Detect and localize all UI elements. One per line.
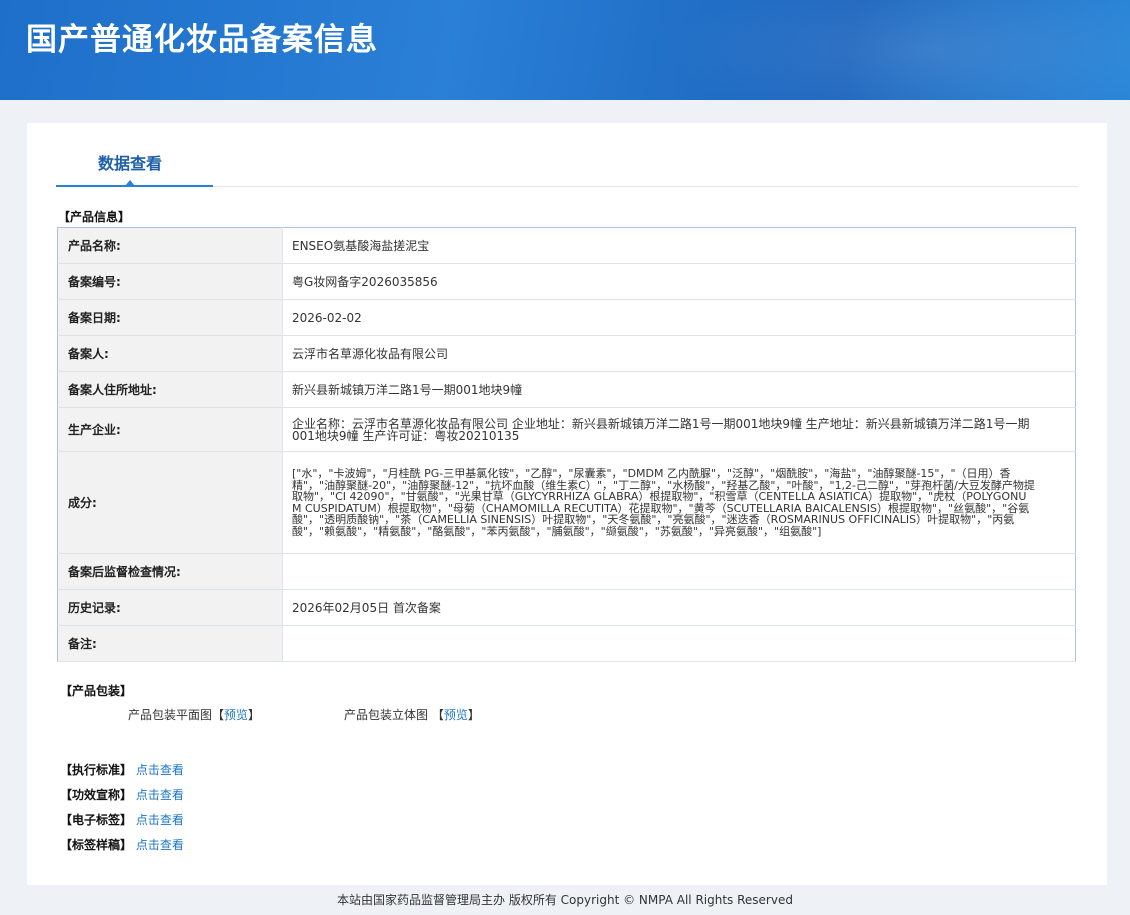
row-key: 生产企业: <box>57 407 283 452</box>
bracket-close: 】 <box>248 708 261 722</box>
row-key: 历史记录: <box>57 589 283 626</box>
efficacy-view-link[interactable]: 点击查看 <box>136 788 184 802</box>
row-value: 云浮市名草源化妆品有限公司 <box>282 335 1076 372</box>
packaging-title: 【产品包装】 <box>60 684 133 698</box>
row-key: 成分: <box>57 451 283 554</box>
label-draft-view-link[interactable]: 点击查看 <box>136 838 184 852</box>
table-row: 备注: <box>57 625 1076 662</box>
row-value <box>282 553 1076 590</box>
bracket-open: 【 <box>212 708 225 722</box>
table-row: 成分: ["水"，"卡波姆"，"月桂酰 PG-三甲基氯化铵"，"乙醇"，"尿囊素… <box>57 451 1076 554</box>
row-value <box>282 625 1076 662</box>
tab-data-view[interactable]: 数据查看 <box>56 123 213 187</box>
bracket-open: 【 <box>431 708 444 722</box>
label-draft-label: 【标签样稿】 <box>60 838 133 852</box>
packaging-flat-label: 产品包装平面图 <box>128 708 213 722</box>
packaging-solid-label: 产品包装立体图 <box>344 708 429 722</box>
efficacy-label: 【功效宣称】 <box>60 788 133 802</box>
row-value: 2026年02月05日 首次备案 <box>282 589 1076 626</box>
table-row: 备案后监督检查情况: <box>57 553 1076 590</box>
efficacy-row: 【功效宣称】 点击查看 <box>60 786 184 803</box>
table-row: 历史记录: 2026年02月05日 首次备案 <box>57 589 1076 626</box>
row-key: 备案编号: <box>57 263 283 300</box>
packaging-solid: 产品包装立体图 【预览】 <box>344 706 480 723</box>
row-key: 产品名称: <box>57 227 283 264</box>
e-label-row: 【电子标签】 点击查看 <box>60 811 184 828</box>
table-row: 生产企业: 企业名称：云浮市名草源化妆品有限公司 企业地址：新兴县新城镇万洋二路… <box>57 407 1076 452</box>
row-key: 备案人住所地址: <box>57 371 283 408</box>
table-row: 产品名称: ENSEO氨基酸海盐搓泥宝 <box>57 227 1076 264</box>
tab-data-view-label: 数据查看 <box>98 154 163 173</box>
row-value: ["水"，"卡波姆"，"月桂酰 PG-三甲基氯化铵"，"乙醇"，"尿囊素"，"D… <box>282 451 1076 554</box>
row-key: 备案日期: <box>57 299 283 336</box>
tab-active-caret-icon <box>125 180 135 186</box>
standard-label: 【执行标准】 <box>60 763 133 777</box>
page-title: 国产普通化妆品备案信息 <box>26 22 378 58</box>
row-value: 粤G妆网备字2026035856 <box>282 263 1076 300</box>
row-value: ENSEO氨基酸海盐搓泥宝 <box>282 227 1076 264</box>
table-row: 备案人: 云浮市名草源化妆品有限公司 <box>57 335 1076 372</box>
row-key: 备案人: <box>57 335 283 372</box>
standard-view-link[interactable]: 点击查看 <box>136 763 184 777</box>
packaging-solid-preview-link[interactable]: 预览 <box>444 708 468 722</box>
packaging-flat-preview-link[interactable]: 预览 <box>224 708 248 722</box>
page-header: 国产普通化妆品备案信息 <box>0 0 1130 100</box>
product-info-title: 【产品信息】 <box>58 210 131 224</box>
row-value: 2026-02-02 <box>282 299 1076 336</box>
row-value: 新兴县新城镇万洋二路1号一期001地块9幢 <box>282 371 1076 408</box>
footer-copyright: 本站由国家药品监督管理局主办 版权所有 Copyright © NMPA All… <box>337 893 793 907</box>
label-draft-row: 【标签样稿】 点击查看 <box>60 836 184 853</box>
tab-bar: 数据查看 <box>56 123 1078 187</box>
product-info-table: 产品名称: ENSEO氨基酸海盐搓泥宝 备案编号: 粤G妆网备字20260358… <box>57 227 1076 662</box>
content-panel: 数据查看 【产品信息】 产品名称: ENSEO氨基酸海盐搓泥宝 备案编号: 粤G… <box>27 123 1107 885</box>
row-value: 企业名称：云浮市名草源化妆品有限公司 企业地址：新兴县新城镇万洋二路1号一期00… <box>282 407 1076 452</box>
e-label-view-link[interactable]: 点击查看 <box>136 813 184 827</box>
row-key: 备案后监督检查情况: <box>57 553 283 590</box>
row-key: 备注: <box>57 625 283 662</box>
table-row: 备案人住所地址: 新兴县新城镇万洋二路1号一期001地块9幢 <box>57 371 1076 408</box>
packaging-flat: 产品包装平面图【预览】 <box>128 706 260 723</box>
table-row: 备案日期: 2026-02-02 <box>57 299 1076 336</box>
standard-row: 【执行标准】 点击查看 <box>60 761 184 778</box>
table-row: 备案编号: 粤G妆网备字2026035856 <box>57 263 1076 300</box>
e-label-label: 【电子标签】 <box>60 813 133 827</box>
bracket-close: 】 <box>467 708 480 722</box>
